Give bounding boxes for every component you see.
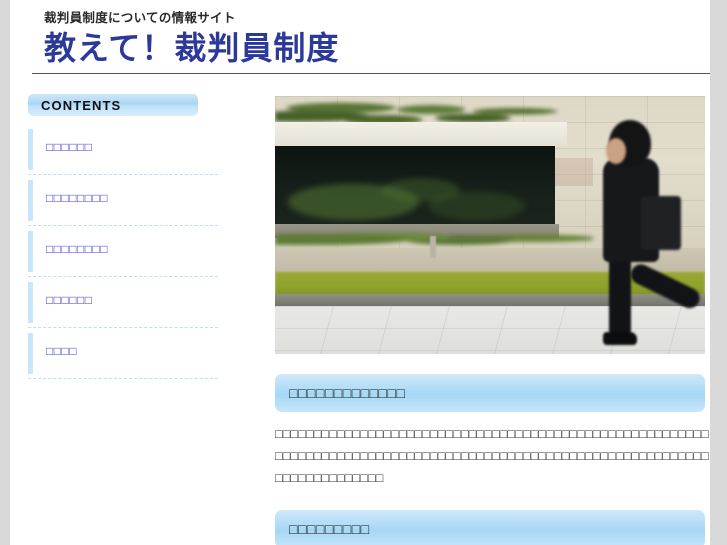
photo-person-rear-leg (627, 261, 703, 312)
contents-heading: CONTENTS (28, 94, 198, 116)
section-heading-1: □□□□□□□□□□□□□ (275, 374, 705, 412)
photo-person-bag (640, 196, 681, 250)
sidebar-link-5[interactable]: □□□□ (46, 344, 77, 358)
sidebar-item-1[interactable]: □□□□□□ (28, 124, 218, 175)
photo-lintel (275, 122, 568, 146)
sidebar-link-4[interactable]: □□□□□□ (46, 293, 93, 307)
section-heading-2: □□□□□□□□□ (275, 509, 705, 545)
section-body-1: □□□□□□□□□□□□□□□□□□□□□□□□□□□□□□□□□□□□□□□□… (275, 427, 710, 485)
photo-walking-person (559, 110, 705, 354)
sidebar-nav: □□□□□□ □□□□□□□□ □□□□□□□□ □□□□□□ □□□□ (28, 124, 218, 379)
sidebar-link-1[interactable]: □□□□□□ (46, 140, 93, 154)
sidebar-item-4[interactable]: □□□□□□ (28, 277, 218, 328)
sidebar-item-5[interactable]: □□□□ (28, 328, 218, 379)
photo-window-reflection (275, 146, 555, 226)
nav-accent-bar (28, 129, 33, 170)
header-divider (32, 73, 710, 74)
page-container: 裁判員制度についての情報サイト 教えて！裁判員制度 CONTENTS □□□□□… (10, 0, 710, 545)
sidebar: CONTENTS □□□□□□ □□□□□□□□ □□□□□□□□ □□□□□□ (10, 74, 255, 379)
nav-accent-bar (28, 180, 33, 221)
site-title: 教えて！裁判員制度 (44, 29, 340, 66)
nav-accent-bar (28, 282, 33, 323)
body-layout: CONTENTS □□□□□□ □□□□□□□□ □□□□□□□□ □□□□□□ (10, 74, 710, 545)
photo-person-shoe (602, 332, 637, 345)
sidebar-item-3[interactable]: □□□□□□□□ (28, 226, 218, 277)
sidebar-link-3[interactable]: □□□□□□□□ (46, 242, 108, 256)
photo-person-front-leg (608, 252, 631, 338)
site-tagline: 裁判員制度についての情報サイト (44, 11, 236, 25)
site-header: 裁判員制度についての情報サイト 教えて！裁判員制度 (10, 0, 710, 74)
sidebar-link-2[interactable]: □□□□□□□□ (46, 191, 108, 205)
sidebar-item-2[interactable]: □□□□□□□□ (28, 175, 218, 226)
hero-photo (275, 96, 705, 354)
nav-accent-bar (28, 231, 33, 272)
nav-accent-bar (28, 333, 33, 374)
photo-bollard (429, 236, 436, 258)
main-content: □□□□□□□□□□□□□ □□□□□□□□□□□□□□□□□□□□□□□□□□… (255, 74, 710, 545)
photo-person-face (605, 138, 626, 164)
